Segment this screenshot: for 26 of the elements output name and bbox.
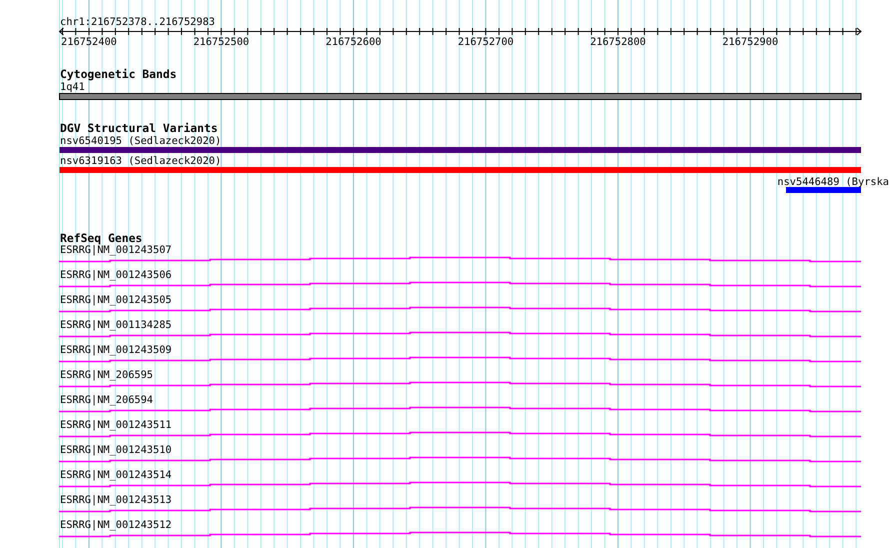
gene-label: ESRRG|NM_001243511 [60, 419, 172, 431]
variant-label: nsv5446489 (Byrska [777, 176, 889, 188]
gene-label: ESRRG|NM_001134285 [60, 319, 172, 331]
gene-label: ESRRG|NM_206594 [60, 394, 153, 406]
coordinate-label: 216752400 [61, 36, 117, 48]
gene-label: ESRRG|NM_001243505 [60, 294, 172, 306]
gene-label: ESRRG|NM_001243506 [60, 269, 172, 281]
variant-label: nsv6319163 (Sedlazeck2020) [60, 155, 222, 167]
track-title: RefSeq Genes [60, 231, 142, 245]
gene-label: ESRRG|NM_001243509 [60, 344, 172, 356]
gene-label: ESRRG|NM_001243514 [60, 469, 172, 481]
coordinate-label: 216752600 [326, 36, 382, 48]
gene-label: ESRRG|NM_001243512 [60, 519, 172, 531]
band-label: 1q41 [60, 81, 85, 93]
track-title: Cytogenetic Bands [60, 67, 177, 81]
gene-label: ESRRG|NM_001243507 [60, 244, 172, 256]
track-title: DGV Structural Variants [60, 121, 218, 135]
gene-label: ESRRG|NM_001243510 [60, 444, 172, 456]
coordinate-label: 216752800 [590, 36, 646, 48]
coordinate-label: 216752700 [458, 36, 514, 48]
coordinate-label: 216752500 [193, 36, 250, 48]
gene-label: ESRRG|NM_206595 [60, 369, 153, 381]
gene-label: ESRRG|NM_001243513 [60, 494, 172, 506]
variant-label: nsv6540195 (Sedlazeck2020) [60, 135, 222, 147]
position-label: chr1:216752378..216752983 [60, 16, 215, 28]
coordinate-label: 216752900 [722, 36, 778, 48]
